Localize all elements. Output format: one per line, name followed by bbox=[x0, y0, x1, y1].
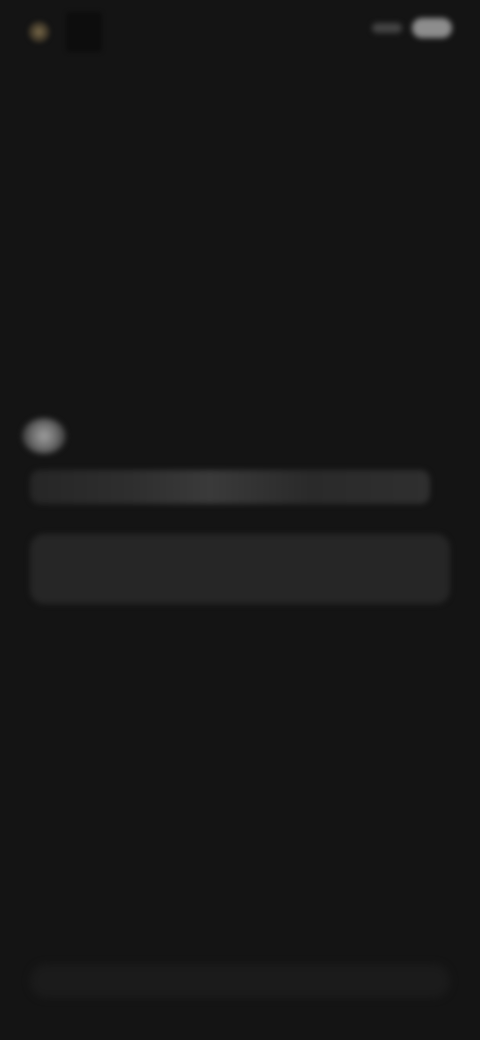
app-indicator-icon bbox=[28, 21, 50, 43]
status-right bbox=[372, 18, 452, 38]
status-block bbox=[66, 12, 102, 52]
signal-icon bbox=[372, 23, 402, 33]
battery-icon bbox=[412, 18, 452, 38]
status-bar bbox=[0, 0, 480, 64]
input-box[interactable] bbox=[30, 534, 450, 604]
prompt-text bbox=[30, 470, 430, 504]
status-left bbox=[28, 12, 102, 52]
bottom-bar[interactable] bbox=[30, 964, 450, 998]
person-icon bbox=[22, 418, 66, 454]
text-input[interactable] bbox=[46, 559, 434, 579]
